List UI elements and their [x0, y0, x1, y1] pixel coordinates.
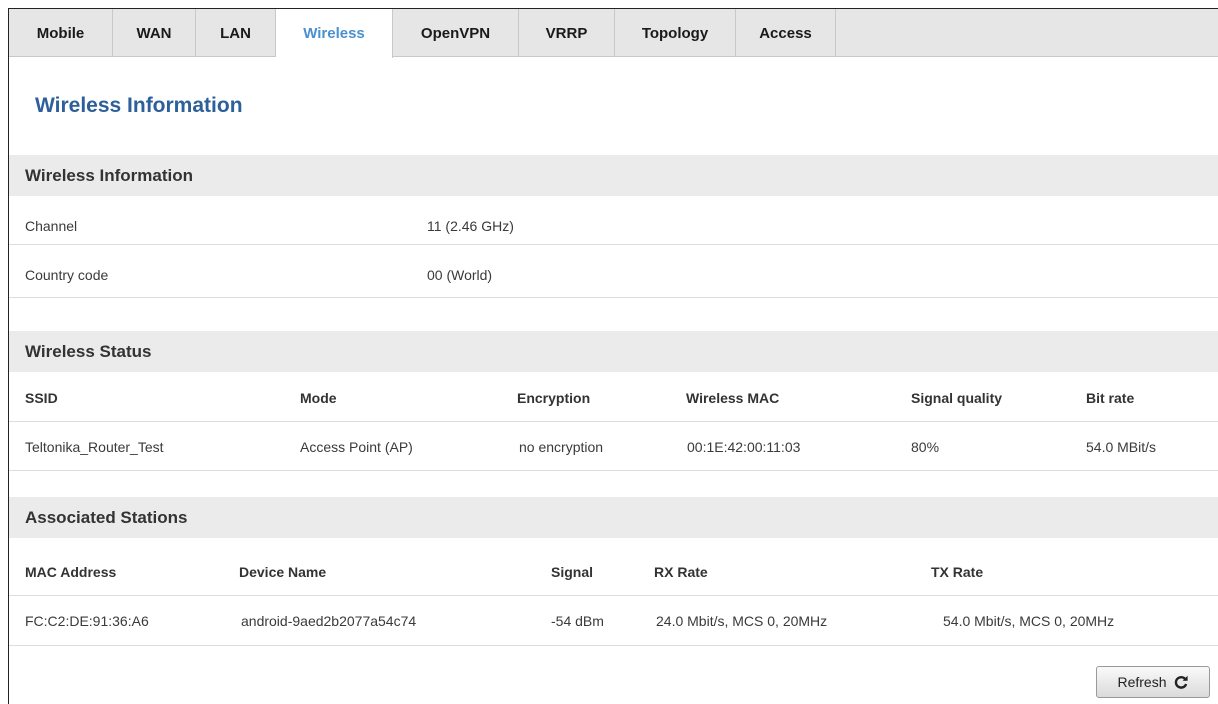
tab-access[interactable]: Access [736, 9, 836, 57]
tx-rate-value: 54.0 Mbit/s, MCS 0, 20MHz [943, 613, 1115, 629]
ssid-value: Teltonika_Router_Test [25, 439, 164, 455]
tab-topology[interactable]: Topology [615, 9, 736, 57]
wireless-mac-value: 00:1E:42:00:11:03 [687, 439, 801, 455]
refresh-label: Refresh [1117, 674, 1167, 690]
col-device-name: Device Name [239, 564, 327, 580]
tab-mobile[interactable]: Mobile [9, 9, 113, 57]
bit-rate-value: 54.0 MBit/s [1086, 439, 1157, 455]
tab-openvpn[interactable]: OpenVPN [393, 9, 519, 57]
mac-address-value: FC:C2:DE:91:36:A6 [25, 613, 149, 629]
col-signal: Signal [551, 564, 594, 580]
col-encryption: Encryption [517, 390, 591, 406]
table-row: Country code 00 (World) [9, 245, 1218, 298]
col-ssid: SSID [25, 390, 58, 406]
country-code-label: Country code [25, 267, 109, 283]
mode-value: Access Point (AP) [300, 439, 413, 455]
signal-value: -54 dBm [551, 613, 604, 629]
page-title: Wireless Information [35, 94, 243, 117]
col-bit-rate: Bit rate [1086, 390, 1135, 406]
table-row: Teltonika_Router_Test Access Point (AP) … [9, 422, 1218, 471]
col-tx-rate: TX Rate [931, 564, 984, 580]
col-mode: Mode [300, 390, 337, 406]
wireless-info-heading: Wireless Information [9, 155, 1218, 196]
device-name-value: android-9aed2b2077a54c74 [241, 613, 417, 629]
channel-label: Channel [25, 218, 78, 234]
tab-wireless[interactable]: Wireless [276, 9, 393, 58]
country-code-value: 00 (World) [427, 267, 493, 283]
content-frame: Mobile WAN LAN Wireless OpenVPN VRRP Top… [8, 8, 1218, 704]
tab-lan[interactable]: LAN [196, 9, 276, 57]
table-header-row: SSID Mode Encryption Wireless MAC Signal… [9, 372, 1218, 422]
rx-rate-value: 24.0 Mbit/s, MCS 0, 20MHz [656, 613, 828, 629]
wireless-status-heading: Wireless Status [9, 331, 1218, 372]
associated-stations-heading: Associated Stations [9, 497, 1218, 538]
refresh-icon [1174, 675, 1188, 689]
tab-vrrp[interactable]: VRRP [519, 9, 615, 57]
col-signal-quality: Signal quality [911, 390, 1003, 406]
col-mac-address: MAC Address [25, 564, 117, 580]
col-rx-rate: RX Rate [654, 564, 708, 580]
table-row: FC:C2:DE:91:36:A6 android-9aed2b2077a54c… [9, 596, 1218, 646]
col-wireless-mac: Wireless MAC [686, 390, 780, 406]
tab-wan[interactable]: WAN [113, 9, 196, 57]
table-row: Channel 11 (2.46 GHz) [9, 196, 1218, 245]
table-header-row: MAC Address Device Name Signal RX Rate T… [9, 547, 1218, 596]
tab-bar: Mobile WAN LAN Wireless OpenVPN VRRP Top… [9, 9, 1218, 58]
channel-value: 11 (2.46 GHz) [427, 218, 514, 234]
signal-quality-value: 80% [911, 439, 940, 455]
encryption-value: no encryption [519, 439, 604, 455]
refresh-button[interactable]: Refresh [1096, 666, 1210, 698]
